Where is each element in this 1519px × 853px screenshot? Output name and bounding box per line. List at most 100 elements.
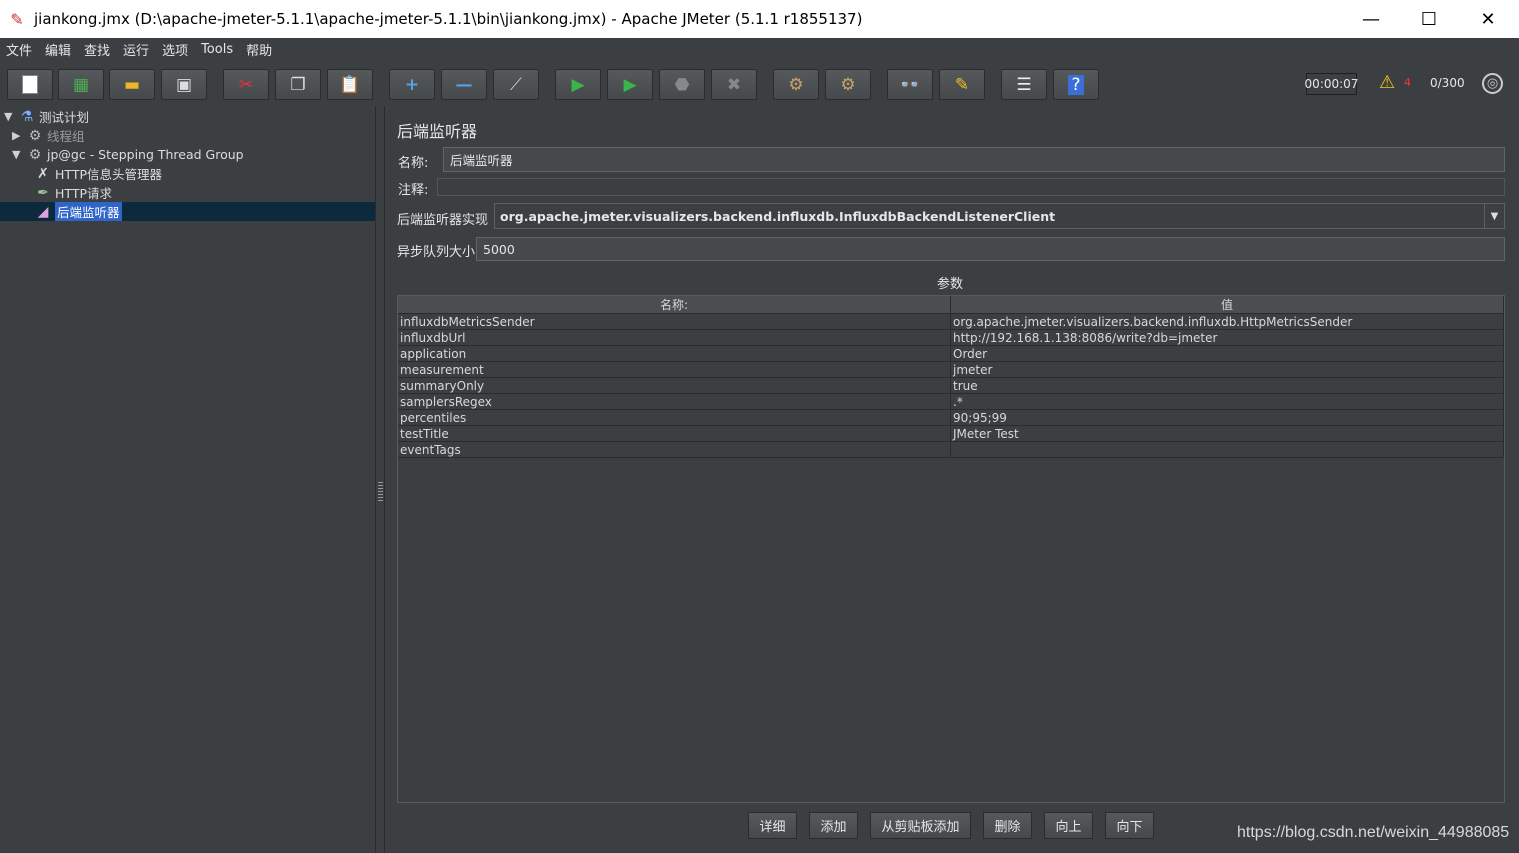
tree-item-http-request[interactable]: ✒ HTTP请求: [34, 183, 112, 202]
paste-button[interactable]: 📋: [327, 69, 373, 100]
table-row[interactable]: influxdbUrl http://192.168.1.138:8086/wri…: [398, 330, 1504, 346]
search-button[interactable]: 👓: [887, 69, 933, 100]
expand-button[interactable]: +: [389, 69, 435, 100]
table-row[interactable]: testTitle JMeter Test: [398, 426, 1504, 442]
param-value[interactable]: jmeter: [951, 362, 1504, 377]
collapsed-arrow-icon[interactable]: ▶: [12, 129, 26, 142]
open-button[interactable]: ▬: [109, 69, 155, 100]
param-value[interactable]: JMeter Test: [951, 426, 1504, 441]
expanded-arrow-icon[interactable]: ▼: [4, 110, 18, 123]
impl-label: 后端监听器实现: [397, 213, 489, 228]
param-name[interactable]: application: [398, 346, 951, 361]
menu-tools[interactable]: Tools: [201, 42, 233, 57]
move-down-button[interactable]: 向下: [1105, 812, 1154, 839]
cut-icon: ✂: [238, 74, 254, 95]
param-name[interactable]: eventTags: [398, 442, 951, 457]
param-name[interactable]: influxdbUrl: [398, 330, 951, 345]
param-value[interactable]: [951, 442, 1504, 457]
menu-options[interactable]: 选项: [162, 40, 188, 59]
menu-file[interactable]: 文件: [6, 40, 32, 59]
param-value[interactable]: Order: [951, 346, 1504, 361]
templates-button[interactable]: ▦: [58, 69, 104, 100]
tree-item-label: 后端监听器: [55, 202, 122, 221]
column-header-name[interactable]: 名称:: [398, 296, 951, 313]
table-row[interactable]: influxdbMetricsSender org.apache.jmeter.v…: [398, 314, 1504, 330]
param-name[interactable]: influxdbMetricsSender: [398, 314, 951, 329]
remote-globe-icon[interactable]: ◎: [1482, 73, 1503, 94]
detail-button[interactable]: 详细: [748, 812, 797, 839]
table-row[interactable]: eventTags: [398, 442, 1504, 458]
tree-item-stepping-thread-group[interactable]: ▼ ⚙ jp@gc - Stepping Thread Group: [12, 145, 244, 164]
start-no-timers-button[interactable]: ▶: [607, 69, 653, 100]
start-button[interactable]: ▶: [555, 69, 601, 100]
comment-field[interactable]: [437, 178, 1505, 196]
copy-button[interactable]: ❐: [275, 69, 321, 100]
watermark-text: https://blog.csdn.net/weixin_44988085: [1237, 824, 1510, 841]
chevron-down-icon[interactable]: ▼: [1484, 204, 1504, 228]
param-name[interactable]: summaryOnly: [398, 378, 951, 393]
name-field[interactable]: 后端监听器: [443, 147, 1505, 172]
split-divider[interactable]: [376, 106, 385, 853]
expanded-arrow-icon[interactable]: ▼: [12, 148, 26, 161]
minimize-button[interactable]: —: [1342, 0, 1400, 38]
collapse-button[interactable]: —: [441, 69, 487, 100]
param-value[interactable]: org.apache.jmeter.visualizers.backend.in…: [951, 314, 1504, 329]
close-button[interactable]: ✕: [1459, 0, 1517, 38]
param-value[interactable]: http://192.168.1.138:8086/write?db=jmete…: [951, 330, 1504, 345]
clear-all-button[interactable]: ⚙: [825, 69, 871, 100]
menu-search[interactable]: 查找: [84, 40, 110, 59]
cut-button[interactable]: ✂: [223, 69, 269, 100]
tree-item-backend-listener[interactable]: ◢ 后端监听器: [0, 202, 375, 221]
tree-item-label: jp@gc - Stepping Thread Group: [47, 147, 244, 162]
copy-icon: ❐: [290, 74, 306, 95]
param-value[interactable]: true: [951, 378, 1504, 393]
table-row[interactable]: measurement jmeter: [398, 362, 1504, 378]
tree-item-header-manager[interactable]: ✗ HTTP信息头管理器: [34, 164, 162, 183]
new-button[interactable]: [7, 69, 53, 100]
param-value[interactable]: 90;95;99: [951, 410, 1504, 425]
help-button[interactable]: ?: [1053, 69, 1099, 100]
impl-select[interactable]: org.apache.jmeter.visualizers.backend.in…: [494, 203, 1505, 229]
save-button[interactable]: ▣: [161, 69, 207, 100]
table-row[interactable]: samplersRegex .*: [398, 394, 1504, 410]
panel-title: 后端监听器: [397, 122, 478, 141]
tree-item-label: 线程组: [47, 129, 85, 144]
menu-help[interactable]: 帮助: [246, 40, 272, 59]
splitter-grip[interactable]: [378, 482, 383, 502]
param-name[interactable]: samplersRegex: [398, 394, 951, 409]
table-row[interactable]: summaryOnly true: [398, 378, 1504, 394]
collapse-icon: —: [455, 74, 473, 95]
toggle-button[interactable]: ⟋: [493, 69, 539, 100]
queue-size-field[interactable]: 5000: [476, 237, 1505, 261]
elapsed-timer: 00:00:07: [1305, 73, 1358, 95]
delete-button[interactable]: 删除: [983, 812, 1032, 839]
add-button[interactable]: 添加: [809, 812, 858, 839]
warning-icon[interactable]: ⚠: [1379, 72, 1395, 93]
stop-button[interactable]: ⬣: [659, 69, 705, 100]
shutdown-button[interactable]: ✖: [711, 69, 757, 100]
param-value[interactable]: .*: [951, 394, 1504, 409]
table-row[interactable]: percentiles 90;95;99: [398, 410, 1504, 426]
tree-item-test-plan[interactable]: ▼ ⚗ 测试计划: [4, 107, 89, 126]
move-up-button[interactable]: 向上: [1044, 812, 1093, 839]
column-header-value[interactable]: 值: [951, 296, 1504, 313]
param-name[interactable]: percentiles: [398, 410, 951, 425]
function-helper-button[interactable]: ☰: [1001, 69, 1047, 100]
tree-item-thread-group[interactable]: ▶ ⚙ 线程组: [12, 126, 85, 145]
title-bar: ✎ jiankong.jmx (D:\apache-jmeter-5.1.1\a…: [0, 0, 1519, 38]
param-name[interactable]: measurement: [398, 362, 951, 377]
menu-run[interactable]: 运行: [123, 40, 149, 59]
table-header: 名称: 值: [398, 296, 1504, 314]
tree-item-label: 测试计划: [39, 110, 90, 125]
maximize-button[interactable]: ☐: [1400, 0, 1458, 38]
clear-button[interactable]: ⚙: [773, 69, 819, 100]
reset-search-icon: ✎: [954, 74, 970, 95]
add-from-clipboard-button[interactable]: 从剪贴板添加: [870, 812, 971, 839]
table-row[interactable]: application Order: [398, 346, 1504, 362]
menu-edit[interactable]: 编辑: [45, 40, 71, 59]
param-name[interactable]: testTitle: [398, 426, 951, 441]
templates-icon: ▦: [72, 74, 90, 95]
tree-item-label: HTTP请求: [55, 186, 112, 201]
stop-icon: ⬣: [674, 74, 690, 95]
reset-search-button[interactable]: ✎: [939, 69, 985, 100]
